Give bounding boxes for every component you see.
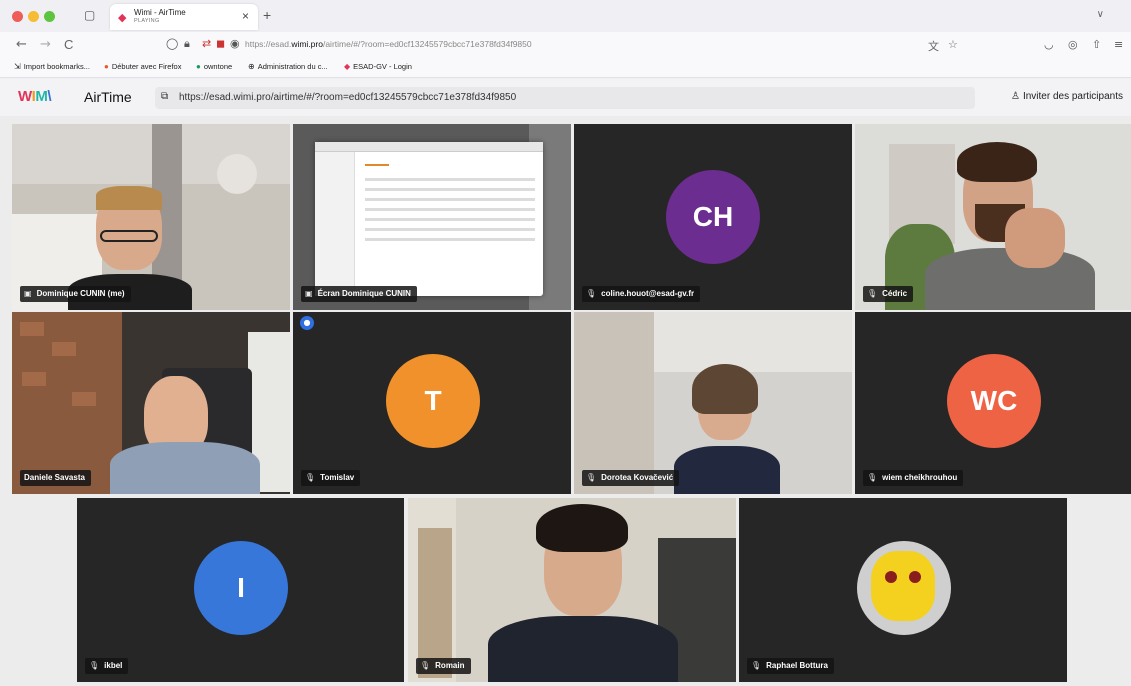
screen-icon: ▣ bbox=[24, 289, 32, 298]
participant-name-label: ▣ Écran Dominique CUNIN bbox=[301, 286, 417, 302]
participant-tile[interactable]: T 🎙︎ Tomislav bbox=[293, 312, 571, 494]
bookmark-administration[interactable]: ⊕ Administration du c... bbox=[248, 62, 328, 71]
participant-tile[interactable]: 🎙︎ Cédric bbox=[855, 124, 1131, 310]
url-bar[interactable]: ◯ 🔒︎ ⇄ ◼ ◉ https://esad.wimi.pro/airtime… bbox=[158, 35, 968, 55]
participant-name-label: 🎙︎ Raphael Bottura bbox=[747, 658, 834, 674]
bookmark-esad-login[interactable]: ◆ ESAD-GV - Login bbox=[344, 62, 412, 71]
url-text: https://esad.wimi.pro/airtime/#/?room=ed… bbox=[245, 39, 532, 49]
extensions-icon[interactable]: ⇧ bbox=[1092, 38, 1101, 51]
participant-tile[interactable]: I 🎙︎ ikbel bbox=[77, 498, 404, 682]
screenshare-tile[interactable]: ▣ Écran Dominique CUNIN bbox=[293, 124, 571, 310]
airtime-header: WIM\ AirTime ⧉ https://esad.wimi.pro/air… bbox=[0, 79, 1131, 116]
esad-icon: ◆ bbox=[344, 62, 351, 71]
participant-video bbox=[12, 124, 290, 310]
owntone-icon: ● bbox=[196, 62, 201, 71]
mic-off-icon: 🎙︎ bbox=[867, 289, 878, 298]
participant-name-label: 🎙︎ ikbel bbox=[85, 658, 129, 674]
participant-name-label: Daniele Savasta bbox=[20, 470, 91, 486]
browser-tab[interactable]: ◆ Wimi - AirTime PLAYING × bbox=[110, 4, 258, 30]
translate-icon[interactable]: 文 bbox=[928, 38, 939, 54]
room-url-field[interactable]: ⧉ https://esad.wimi.pro/airtime/#/?room=… bbox=[155, 87, 975, 109]
meeting-indicator-icon: ● bbox=[300, 316, 314, 330]
zoom-window-icon[interactable] bbox=[44, 11, 55, 22]
shared-screen bbox=[293, 124, 571, 310]
tab-title: Wimi - AirTime bbox=[134, 8, 186, 17]
participant-name-label: 🎙︎ wiem cheikhrouhou bbox=[863, 470, 964, 486]
browser-nav-bar: ← → C ◯ 🔒︎ ⇄ ◼ ◉ https://esad.wimi.pro/a… bbox=[0, 32, 1131, 58]
app-title: AirTime bbox=[84, 89, 132, 105]
tab-audio-status: PLAYING bbox=[134, 18, 160, 24]
sidebar-toggle-icon[interactable]: ▢ bbox=[84, 8, 95, 22]
participant-name-label: 🎙︎ Tomislav bbox=[301, 470, 361, 486]
bookmark-firefox[interactable]: ● Débuter avec Firefox bbox=[104, 62, 181, 71]
participant-video bbox=[408, 498, 736, 682]
mic-off-icon: 🎙︎ bbox=[586, 289, 597, 298]
mic-off-icon: 🎙︎ bbox=[586, 473, 597, 482]
globe-icon: ⊕ bbox=[248, 62, 255, 71]
invite-participants-button[interactable]: ♙ Inviter des participants bbox=[1011, 91, 1123, 102]
participant-name-label: 🎙︎ coline.houot@esad-gv.fr bbox=[582, 286, 701, 302]
participant-name-label: 🎙︎ Dorotea Kovačević bbox=[582, 470, 680, 486]
participant-avatar: I bbox=[194, 541, 288, 635]
participant-tile[interactable]: CH 🎙︎ coline.houot@esad-gv.fr bbox=[574, 124, 852, 310]
participant-avatar: T bbox=[386, 354, 480, 448]
shield-icon[interactable]: ◯ bbox=[166, 37, 178, 50]
participant-video bbox=[12, 312, 290, 494]
mic-off-icon: 🎙︎ bbox=[420, 661, 431, 670]
participant-video bbox=[855, 124, 1131, 310]
minimize-window-icon[interactable] bbox=[28, 11, 39, 22]
reload-button[interactable]: C bbox=[64, 37, 73, 52]
participant-name-label: 🎙︎ Cédric bbox=[863, 286, 914, 302]
tab-list-chevron-icon[interactable]: ∨ bbox=[1097, 9, 1104, 20]
participant-name-label: ▣ Dominique CUNIN (me) bbox=[20, 286, 131, 302]
mic-off-icon: 🎙︎ bbox=[89, 661, 100, 670]
add-user-icon: ♙ bbox=[1010, 91, 1020, 102]
tab-close-icon[interactable]: × bbox=[242, 9, 249, 23]
new-tab-button[interactable]: + bbox=[263, 7, 271, 23]
camera-icon[interactable]: ◉ bbox=[230, 37, 240, 50]
participant-avatar: WC bbox=[947, 354, 1041, 448]
firefox-icon: ● bbox=[104, 62, 109, 71]
import-icon: ⇲ bbox=[14, 62, 21, 71]
pocket-icon[interactable]: ◡ bbox=[1044, 38, 1054, 51]
screen-icon: ▣ bbox=[305, 289, 313, 298]
menu-icon[interactable]: ≡ bbox=[1114, 38, 1123, 51]
wimi-favicon-icon: ◆ bbox=[118, 12, 127, 24]
account-icon[interactable]: ◎ bbox=[1068, 38, 1078, 51]
room-url: https://esad.wimi.pro/airtime/#/?room=ed… bbox=[179, 92, 517, 103]
mic-off-icon: 🎙︎ bbox=[305, 473, 316, 482]
browser-tab-bar: ▢ ◆ Wimi - AirTime PLAYING × + ∨ bbox=[0, 0, 1131, 32]
lock-icon[interactable]: 🔒︎ bbox=[184, 37, 190, 51]
participant-tile[interactable]: 🎙︎ Raphael Bottura bbox=[739, 498, 1067, 682]
close-window-icon[interactable] bbox=[12, 11, 23, 22]
participant-name-label: 🎙︎ Romain bbox=[416, 658, 471, 674]
participant-tile[interactable]: Daniele Savasta bbox=[12, 312, 290, 494]
participant-video bbox=[574, 312, 852, 494]
participant-avatar: CH bbox=[666, 170, 760, 264]
bookmarks-bar: ⇲ Import bookmarks... ● Débuter avec Firef… bbox=[0, 58, 1131, 78]
participant-tile[interactable]: 🎙︎ Romain bbox=[408, 498, 736, 682]
wimi-logo: WIM\ bbox=[18, 88, 52, 105]
participant-tile[interactable]: ▣ Dominique CUNIN (me) bbox=[12, 124, 290, 310]
forward-button[interactable]: → bbox=[40, 37, 51, 52]
copy-link-icon[interactable]: ⧉ bbox=[161, 91, 168, 102]
permissions-icon[interactable]: ⇄ bbox=[202, 37, 211, 50]
bookmark-import[interactable]: ⇲ Import bookmarks... bbox=[14, 62, 90, 71]
media-sharing-icon[interactable]: ◼ bbox=[216, 37, 225, 50]
participant-tile[interactable]: WC 🎙︎ wiem cheikhrouhou bbox=[855, 312, 1131, 494]
participant-tile[interactable]: 🎙︎ Dorotea Kovačević bbox=[574, 312, 852, 494]
shared-window-preview bbox=[315, 142, 543, 296]
mic-off-icon: 🎙︎ bbox=[751, 661, 762, 670]
bookmark-star-icon[interactable]: ☆ bbox=[948, 38, 958, 51]
mic-off-icon: 🎙︎ bbox=[867, 473, 878, 482]
bookmark-owntone[interactable]: ● owntone bbox=[196, 62, 232, 71]
back-button[interactable]: ← bbox=[16, 37, 27, 52]
participant-image-avatar bbox=[857, 541, 951, 635]
video-grid: ▣ Dominique CUNIN (me) ▣ Écran Dominique C… bbox=[0, 116, 1131, 686]
